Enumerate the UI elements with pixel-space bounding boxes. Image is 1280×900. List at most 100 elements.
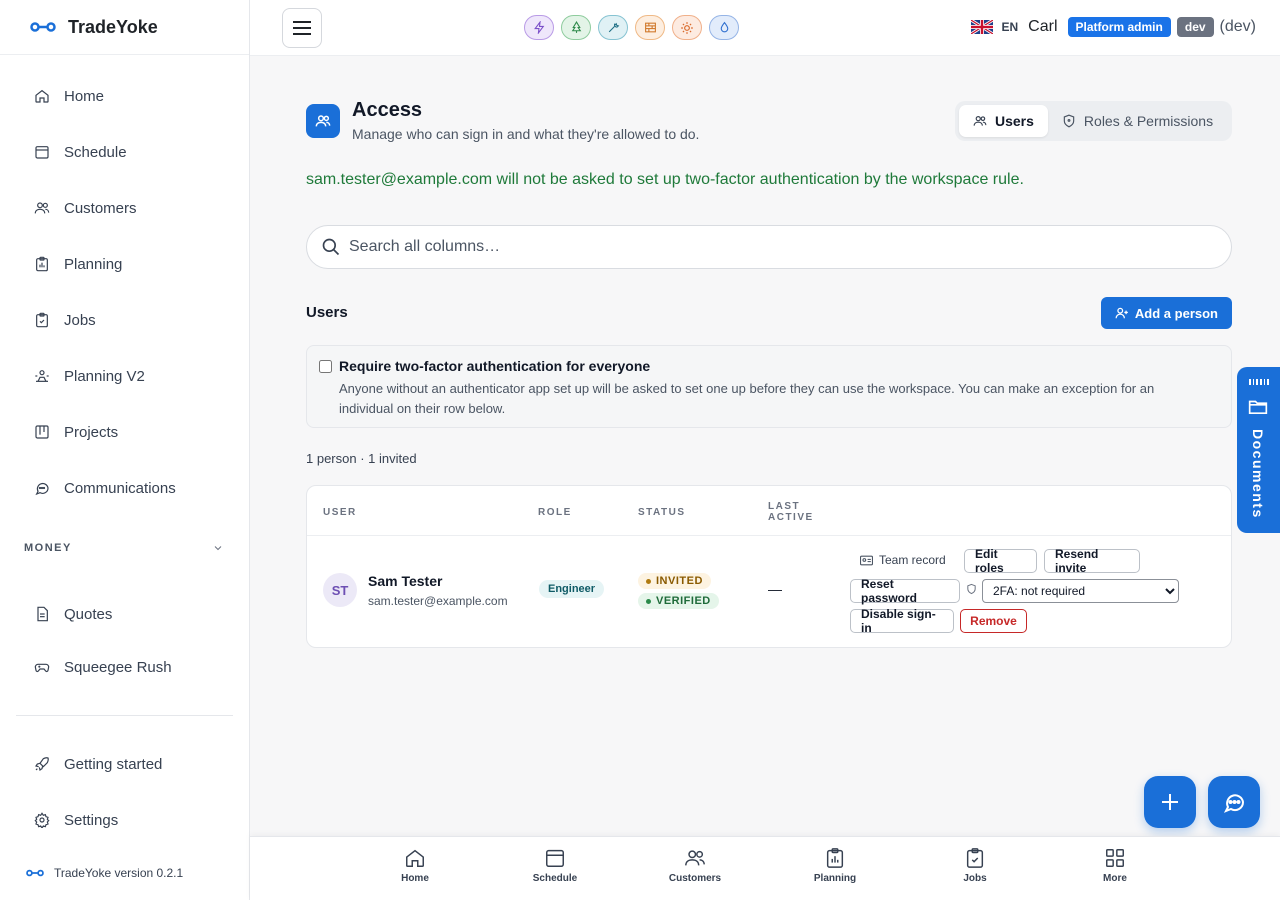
money-section-toggle[interactable]: MONEY [24, 542, 224, 554]
sidebar: TradeYoke Home Schedule Customers Planni… [0, 0, 250, 900]
env-badge: dev [1176, 17, 1214, 37]
bottom-nav-label: Planning [813, 873, 857, 884]
uk-flag-icon[interactable] [971, 20, 994, 34]
sidebar-item-label: Projects [64, 423, 119, 441]
sidebar-item-squeegee-rush[interactable]: Squeegee Rush [24, 649, 224, 685]
bottom-nav-planning[interactable]: Planning [795, 847, 875, 884]
header-line: LAST [768, 501, 801, 512]
team-record-label: Team record [879, 553, 946, 567]
sidebar-item-settings[interactable]: Settings [24, 802, 224, 838]
tree-toggle[interactable] [561, 15, 591, 40]
tab-bar: Users Roles & Permissions [955, 101, 1232, 141]
tab-roles-permissions[interactable]: Roles & Permissions [1048, 105, 1227, 137]
bottom-nav-label: Customers [668, 873, 722, 884]
sidebar-item-label: Communications [64, 479, 176, 497]
status-dot [646, 578, 651, 584]
bottom-nav-home[interactable]: Home [375, 847, 455, 884]
sidebar-item-planning-v2[interactable]: Planning V2 [24, 358, 224, 394]
bottom-nav-schedule[interactable]: Schedule [515, 847, 595, 884]
edit-roles-button[interactable]: Edit roles [964, 547, 1037, 575]
chat-bubble-icon [1223, 794, 1245, 813]
documents-label: Documents [1250, 429, 1266, 519]
logo-icon [30, 22, 56, 32]
sidebar-item-label: Planning [64, 255, 123, 273]
sun-icon [681, 21, 693, 34]
home-icon [406, 849, 424, 867]
chevron-down-icon [214, 546, 222, 551]
require-2fa-checkbox[interactable] [319, 359, 332, 373]
bottom-nav: Home Schedule Customers Planning Jobs Mo… [250, 836, 1280, 900]
sidebar-item-projects[interactable]: Projects [24, 414, 224, 450]
users-table: USER ROLE STATUS LAST ACTIVE ST Sam Teste… [306, 485, 1232, 648]
clipboard-chart-icon [36, 256, 48, 272]
sidebar-item-quotes[interactable]: Quotes [24, 596, 224, 632]
tab-label: Users [995, 113, 1034, 129]
version-text: TradeYoke version 0.2.1 [54, 866, 184, 880]
electric-toggle[interactable] [524, 15, 554, 40]
require-2fa-panel: Require two-factor authentication for ev… [306, 345, 1232, 428]
sidebar-item-getting-started[interactable]: Getting started [24, 746, 224, 782]
sidebar-item-label: Squeegee Rush [64, 658, 172, 676]
users-icon [34, 202, 50, 214]
wrench-icon [608, 22, 619, 33]
user-area: EN Carl Platform admin dev (dev) [971, 17, 1256, 37]
add-fab-button[interactable] [1144, 776, 1196, 828]
chat-fab-button[interactable] [1208, 776, 1260, 828]
sidebar-item-communications[interactable]: Communications [24, 470, 224, 506]
role-chip: Engineer [539, 580, 605, 598]
user-plus-icon [1115, 307, 1128, 319]
sidebar-item-schedule[interactable]: Schedule [24, 134, 224, 170]
sun-toggle[interactable] [672, 15, 702, 40]
folder-icon [1248, 400, 1268, 414]
tree-icon [571, 21, 581, 33]
remove-button[interactable]: Remove [960, 609, 1027, 633]
language-code[interactable]: EN [1001, 20, 1018, 34]
sidebar-item-planning[interactable]: Planning [24, 246, 224, 282]
resend-invite-button[interactable]: Resend invite [1044, 547, 1140, 575]
tab-users[interactable]: Users [959, 105, 1048, 137]
table-header-divider [307, 535, 1231, 536]
brick-toggle[interactable] [635, 15, 665, 40]
menu-toggle-button[interactable] [282, 8, 322, 48]
tools-toggle[interactable] [598, 15, 628, 40]
sidebar-item-jobs[interactable]: Jobs [24, 302, 224, 338]
twofa-requirement-select[interactable]: 2FA: not required [982, 579, 1179, 603]
bottom-nav-label: Jobs [963, 873, 987, 884]
clipboard-check-icon [966, 848, 984, 868]
sidebar-item-label: Home [64, 87, 105, 105]
version-info: TradeYoke version 0.2.1 [26, 866, 183, 880]
role-badge: Platform admin [1067, 17, 1171, 37]
brand[interactable]: TradeYoke [0, 0, 249, 55]
page-icon [306, 104, 340, 138]
bottom-nav-more[interactable]: More [1075, 847, 1155, 884]
add-person-button[interactable]: Add a person [1100, 297, 1232, 329]
sidebar-item-home[interactable]: Home [24, 78, 224, 114]
id-card-icon [860, 555, 873, 565]
disable-signin-button[interactable]: Disable sign-in [850, 607, 954, 635]
reset-password-button[interactable]: Reset password [850, 577, 960, 605]
bottom-nav-jobs[interactable]: Jobs [935, 847, 1015, 884]
sidebar-item-label: Planning V2 [64, 367, 145, 385]
plus-icon [1162, 794, 1178, 810]
bottom-nav-label: More [1103, 873, 1127, 884]
topbar: EN Carl Platform admin dev (dev) [250, 0, 1280, 56]
column-header-role: ROLE [538, 507, 572, 518]
money-section-label: MONEY [24, 542, 72, 554]
documents-drawer-tab[interactable]: Documents [1237, 367, 1280, 533]
gamepad-icon [34, 663, 50, 673]
status-dot [646, 598, 651, 604]
document-icon [37, 606, 48, 622]
search-input[interactable] [349, 238, 1199, 256]
status-badge-invited: INVITED [638, 573, 711, 589]
header-line: ACTIVE [768, 512, 814, 523]
home-icon [35, 89, 49, 103]
sidebar-item-customers[interactable]: Customers [24, 190, 224, 226]
logo-icon [26, 869, 44, 877]
team-record-link[interactable]: Team record [860, 553, 946, 567]
sidebar-item-label: Schedule [64, 143, 127, 161]
bottom-nav-customers[interactable]: Customers [655, 847, 735, 884]
water-toggle[interactable] [709, 15, 739, 40]
bottom-nav-label: Schedule [532, 873, 578, 884]
user-name[interactable]: Carl [1028, 18, 1057, 36]
require-2fa-title[interactable]: Require two-factor authentication for ev… [339, 358, 650, 374]
